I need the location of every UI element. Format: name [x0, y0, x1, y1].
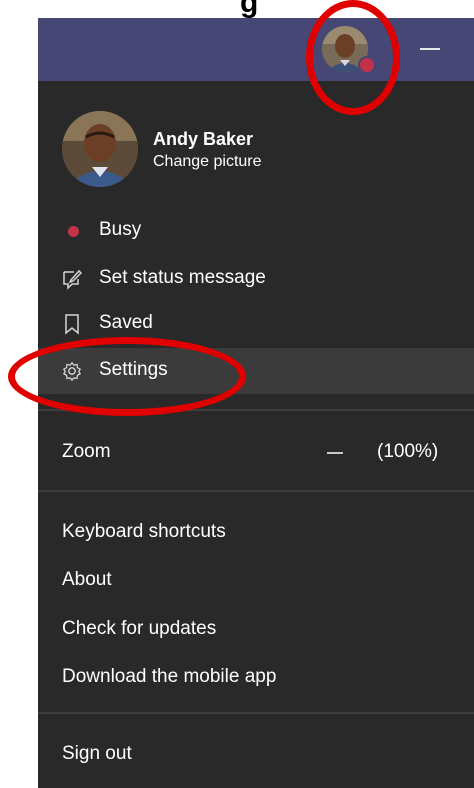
page-caption: g — [0, 0, 474, 18]
profile-section: Andy Baker Change picture — [62, 111, 462, 191]
highlight-ring-settings — [8, 337, 246, 416]
keyboard-shortcuts-label: Keyboard shortcuts — [62, 521, 226, 542]
check-updates-item[interactable]: Check for updates — [38, 607, 474, 653]
highlight-ring-avatar — [306, 0, 400, 115]
check-updates-label: Check for updates — [62, 618, 217, 639]
saved-item[interactable]: Saved — [38, 301, 474, 343]
zoom-value: (100%) — [377, 441, 439, 462]
download-app-label: Download the mobile app — [62, 666, 277, 687]
caption-text: g — [240, 0, 259, 18]
busy-label: Busy — [99, 219, 142, 240]
user-name: Andy Baker — [153, 129, 254, 149]
keyboard-shortcuts-item[interactable]: Keyboard shortcuts — [38, 510, 474, 556]
zoom-out-button[interactable] — [327, 452, 343, 454]
sign-out-label: Sign out — [62, 743, 132, 764]
menu-divider — [38, 490, 474, 492]
change-picture-link[interactable]: Change picture — [153, 153, 262, 171]
zoom-row: Zoom (100%) — [38, 430, 474, 476]
minimize-button[interactable] — [420, 48, 440, 50]
menu-divider — [38, 712, 474, 714]
avatar-portrait-icon — [62, 111, 138, 187]
title-bar — [38, 18, 474, 81]
download-mobile-app-item[interactable]: Download the mobile app — [38, 655, 474, 701]
about-item[interactable]: About — [38, 558, 474, 604]
zoom-label: Zoom — [62, 441, 111, 462]
profile-picture[interactable] — [62, 111, 138, 187]
busy-dot-icon — [68, 226, 79, 237]
about-label: About — [62, 569, 112, 590]
bookmark-icon — [65, 314, 79, 335]
edit-message-icon — [63, 269, 82, 290]
sign-out-item[interactable]: Sign out — [38, 732, 474, 778]
set-status-message-item[interactable]: Set status message — [38, 256, 474, 302]
saved-label: Saved — [99, 312, 153, 333]
status-busy-item[interactable]: Busy — [38, 208, 474, 254]
set-status-label: Set status message — [99, 267, 266, 288]
